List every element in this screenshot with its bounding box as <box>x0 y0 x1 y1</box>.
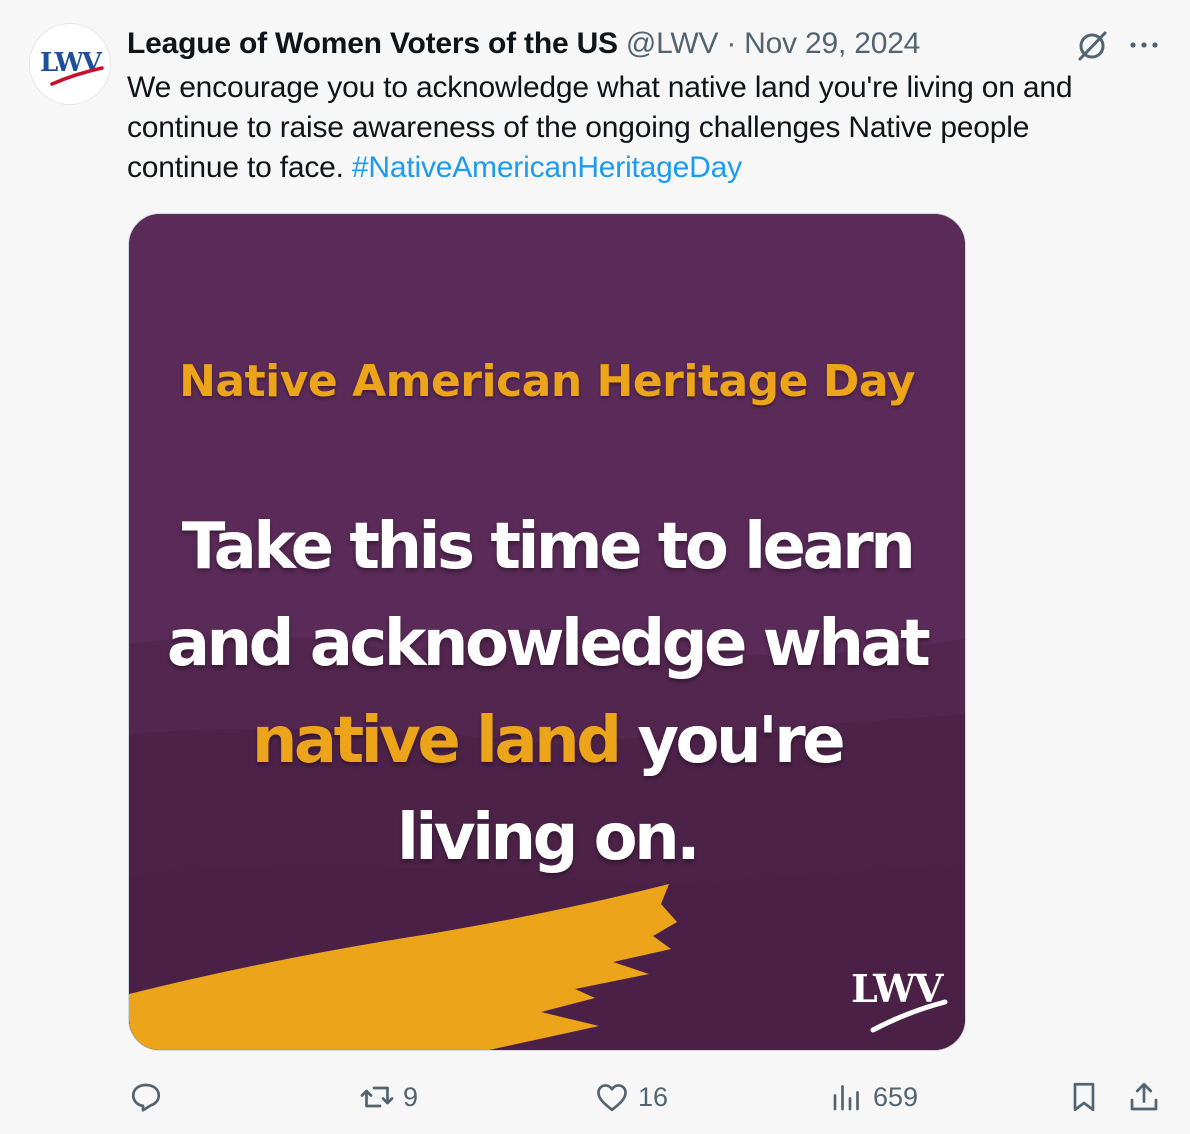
retweet-button[interactable]: 9 <box>359 1070 418 1124</box>
share-button[interactable] <box>1126 1070 1162 1124</box>
tweet: LWV League of Women Voters of the US @LW… <box>0 0 1190 1134</box>
like-count: 16 <box>638 1081 669 1112</box>
avatar[interactable]: LWV <box>30 24 110 104</box>
image-body-text: Take this time to learn and acknowledge … <box>159 499 935 887</box>
reply-button[interactable] <box>128 1070 172 1124</box>
hashtag-link[interactable]: #NativeAmericanHeritageDay <box>352 151 742 184</box>
image-body-highlight: native land <box>251 704 622 778</box>
views-count: 659 <box>873 1081 919 1112</box>
logo-swoosh-icon <box>870 999 948 1033</box>
tweet-date[interactable]: Nov 29, 2024 <box>744 27 920 61</box>
retweet-count: 9 <box>403 1081 419 1112</box>
retweet-icon <box>360 1086 394 1108</box>
share-icon <box>1130 1082 1158 1111</box>
image-body-part1: Take this time to learn and acknowledge … <box>166 510 931 681</box>
views-icon <box>833 1085 859 1111</box>
lwv-logo-icon: LWV <box>30 24 110 104</box>
svg-text:LWV: LWV <box>40 48 103 78</box>
more-icon[interactable] <box>1124 30 1164 60</box>
bookmark-button[interactable] <box>1066 1070 1102 1124</box>
reply-icon <box>131 1083 161 1112</box>
image-heading: Native American Heritage Day <box>179 356 915 407</box>
author-display-name[interactable]: League of Women Voters of the US <box>127 27 618 61</box>
like-icon <box>597 1084 627 1112</box>
header-separator: · <box>726 27 737 60</box>
bookmark-icon <box>1073 1082 1095 1112</box>
tweet-text: We encourage you to acknowledge what nat… <box>127 68 1137 188</box>
views-button[interactable]: 659 <box>829 1070 918 1124</box>
tweet-header: League of Women Voters of the US @LWV · … <box>127 24 920 64</box>
action-bar: 9 16 659 <box>0 1070 1190 1124</box>
tweet-image[interactable]: Native American Heritage Day Take this t… <box>128 213 966 1051</box>
grok-icon[interactable] <box>1074 28 1110 64</box>
like-button[interactable]: 16 <box>594 1070 668 1124</box>
author-handle[interactable]: @LWV <box>626 27 719 61</box>
